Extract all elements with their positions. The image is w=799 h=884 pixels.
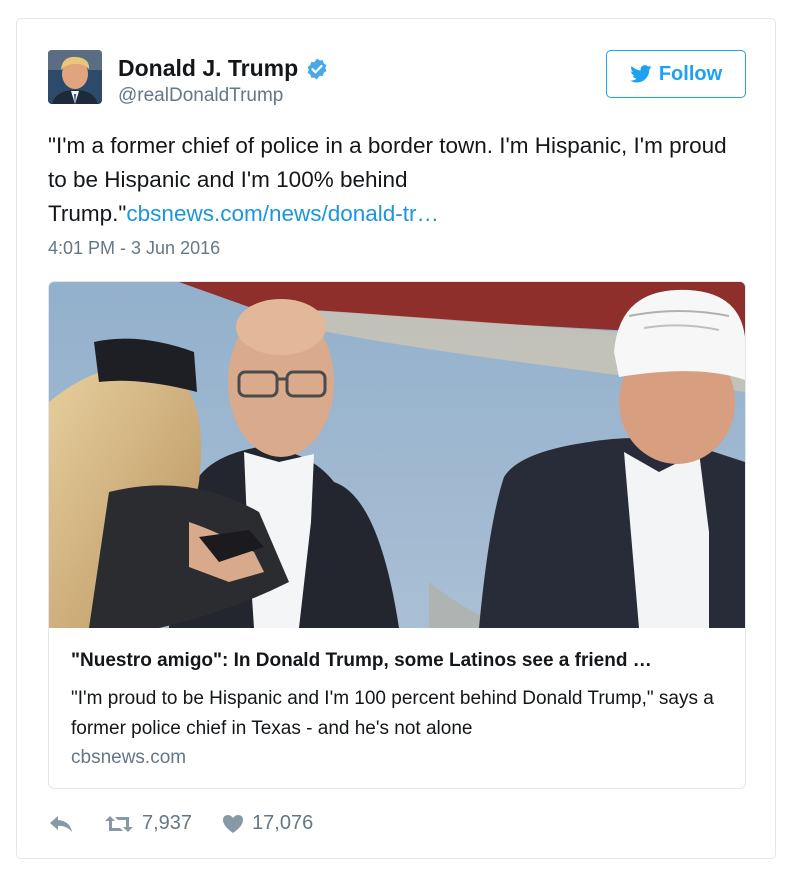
retweet-button[interactable]: 7,937 xyxy=(104,812,192,835)
like-count: 17,076 xyxy=(252,812,314,834)
heart-icon xyxy=(223,814,244,833)
retweet-count: 7,937 xyxy=(142,812,193,834)
tweet-link[interactable]: cbsnews.com/news/donald-tr… xyxy=(126,201,439,226)
link-preview-card[interactable]: "Nuestro amigo": In Donald Trump, some L… xyxy=(48,281,746,789)
avatar[interactable] xyxy=(48,50,102,104)
tweet-timestamp[interactable]: 4:01 PM - 3 Jun 2016 xyxy=(48,238,220,259)
bird-icon xyxy=(630,65,652,83)
author-name[interactable]: Donald J. Trump xyxy=(118,55,298,82)
like-button[interactable]: 17,076 xyxy=(222,812,313,835)
verified-badge-icon xyxy=(307,58,327,79)
author-name-row[interactable]: Donald J. Trump xyxy=(118,55,329,82)
card-photo[interactable] xyxy=(49,282,745,628)
tweet-actions: 7,937 17,076 xyxy=(48,812,313,835)
card-description: "I'm proud to be Hispanic and I'm 100 pe… xyxy=(71,688,714,739)
tweet-text: "I'm a former chief of police in a borde… xyxy=(48,129,748,231)
reply-button[interactable] xyxy=(48,814,74,834)
card-domain: cbsnews.com xyxy=(71,747,187,768)
card-title[interactable]: "Nuestro amigo": In Donald Trump, some L… xyxy=(71,650,731,672)
tweet-card: Donald J. Trump @realDonaldTrump Follow … xyxy=(16,18,776,859)
follow-button[interactable]: Follow xyxy=(606,50,746,98)
follow-label: Follow xyxy=(658,62,723,85)
avatar-image xyxy=(48,50,102,104)
author-handle[interactable]: @realDonaldTrump xyxy=(118,85,283,107)
reply-icon xyxy=(50,815,72,832)
retweet-icon xyxy=(105,815,133,832)
